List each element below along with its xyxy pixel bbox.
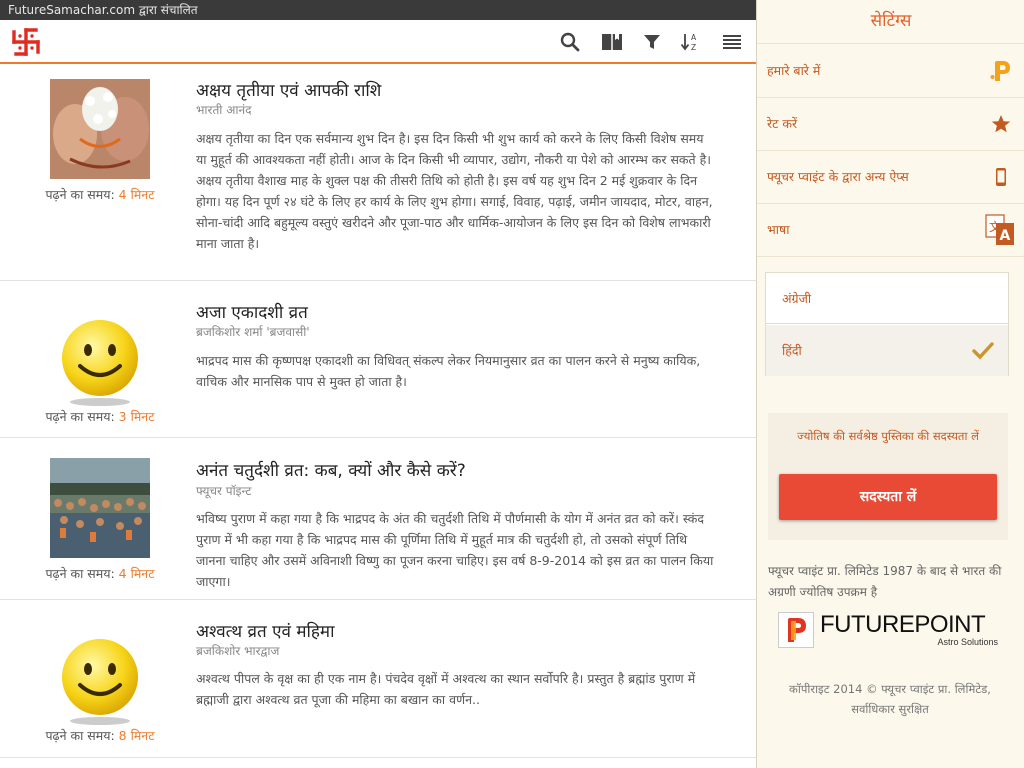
- read-time-label: पढ़ने का समय:: [45, 728, 115, 743]
- article-author: फ्यूचर पॉइन्ट: [196, 484, 252, 498]
- futurepoint-p-icon: [990, 61, 1010, 81]
- status-bar-text: FutureSamachar.com द्वारा संचालित: [8, 3, 198, 17]
- article-excerpt: अक्षय तृतीया का दिन एक सर्वमान्य शुभ दिन…: [196, 131, 713, 251]
- subscription-card: ज्योतिष की सर्वश्रेष्ठ पुस्तिका की सदस्य…: [768, 413, 1008, 540]
- brand-name: FUTUREPOINT: [820, 611, 986, 638]
- read-time-value: 4 मिनट: [118, 187, 155, 202]
- filter-icon[interactable]: [641, 31, 663, 53]
- app-bar: A Z: [0, 20, 756, 64]
- menu-item-label: रेट करें: [767, 116, 798, 131]
- article-author: ब्रजकिशोर शर्मा 'ब्रजवासी': [196, 325, 310, 339]
- article-excerpt: भाद्रपद मास की कृष्णपक्ष एकादशी का विधिव…: [196, 353, 701, 389]
- about-text: फ्यूचर प्वाइंट प्रा. लिमिटेड 1987 के बाद…: [768, 564, 1002, 599]
- menu-item-language[interactable]: भाषा 文 A: [757, 204, 1024, 257]
- article-title[interactable]: अनंत चतुर्दशी व्रत: कब, क्यों और कैसे कर…: [196, 458, 466, 481]
- language-option-label: अंग्रेजी: [782, 291, 812, 306]
- language-option-hindi[interactable]: हिंदी: [766, 325, 1008, 376]
- read-time-label: पढ़ने का समय:: [45, 566, 115, 581]
- read-time: पढ़ने का समय: 4 मिनट: [20, 186, 180, 203]
- article-item[interactable]: पढ़ने का समय: 8 मिनट अश्वत्थ व्रत एवं मह…: [0, 600, 756, 758]
- article-item[interactable]: पढ़ने का समय: 3 मिनट अजा एकादशी व्रत ब्र…: [0, 281, 756, 438]
- menu-item-label: भाषा: [767, 222, 790, 237]
- smiley-icon: [62, 639, 138, 725]
- article-author: भारती आनंद: [196, 103, 252, 117]
- menu-item-about-us[interactable]: हमारे बारे में: [757, 45, 1024, 98]
- svg-text:Z: Z: [691, 43, 696, 52]
- menu-item-rate[interactable]: रेट करें: [757, 98, 1024, 151]
- article-item[interactable]: पढ़ने का समय: 4 मिनट अनंत चतुर्दशी व्रत:…: [0, 438, 756, 600]
- language-selector: अंग्रेजी हिंदी: [765, 272, 1009, 376]
- sort-az-icon[interactable]: A Z: [680, 31, 702, 53]
- swastik-logo-icon[interactable]: [10, 26, 42, 58]
- menu-item-label: फ्यूचर प्वाइंट के द्वारा अन्य ऐप्स: [767, 169, 909, 184]
- read-time: पढ़ने का समय: 8 मिनट: [20, 727, 180, 744]
- copyright-text: कॉपीराइट 2014 © फ्यूचर प्वाइंट प्रा. लिम…: [789, 682, 991, 716]
- subscription-text: ज्योतिष की सर्वश्रेष्ठ पुस्तिका की सदस्य…: [797, 429, 979, 443]
- read-time: पढ़ने का समय: 4 मिनट: [20, 565, 180, 582]
- book-icon[interactable]: [601, 31, 623, 53]
- article-title[interactable]: अजा एकादशी व्रत: [196, 300, 308, 323]
- menu-item-other-apps[interactable]: फ्यूचर प्वाइंट के द्वारा अन्य ऐप्स: [757, 151, 1024, 204]
- read-time-label: पढ़ने का समय:: [45, 187, 115, 202]
- article-thumbnail: [50, 458, 150, 558]
- read-time-value: 4 मिनट: [118, 566, 155, 581]
- article-excerpt: भविष्य पुराण में कहा गया है कि भाद्रपद क…: [196, 511, 714, 589]
- phone-icon: [996, 168, 1006, 186]
- svg-text:A: A: [691, 33, 697, 42]
- futurepoint-logo-icon: [778, 612, 814, 648]
- article-list: पढ़ने का समय: 4 मिनट अक्षय तृतीया एवं आप…: [0, 64, 756, 768]
- read-time: पढ़ने का समय: 3 मिनट: [20, 408, 180, 425]
- language-option-english[interactable]: अंग्रेजी: [766, 273, 1008, 324]
- status-bar: FutureSamachar.com द्वारा संचालित: [0, 0, 756, 20]
- read-time-value: 8 मिनट: [118, 728, 155, 743]
- futurepoint-logo: FUTUREPOINT Astro Solutions: [778, 611, 1003, 650]
- subscribe-button[interactable]: सदस्यता लें: [779, 474, 997, 520]
- menu-item-label: हमारे बारे में: [767, 63, 821, 78]
- article-thumbnail: [50, 79, 150, 179]
- article-item[interactable]: पढ़ने का समय: 4 मिनट अक्षय तृतीया एवं आप…: [0, 64, 756, 281]
- read-time-value: 3 मिनट: [118, 409, 155, 424]
- brand-tagline: Astro Solutions: [937, 637, 998, 647]
- smiley-icon: [62, 320, 138, 406]
- settings-drawer: सेटिंग्स हमारे बारे में रेट करें फ्यूचर …: [756, 0, 1024, 768]
- checkmark-icon: [972, 342, 994, 360]
- language-option-label: हिंदी: [782, 343, 802, 358]
- star-icon: [991, 115, 1011, 133]
- translate-icon: 文 A: [985, 214, 1014, 245]
- read-time-label: पढ़ने का समय:: [45, 409, 115, 424]
- article-title[interactable]: अक्षय तृतीया एवं आपकी राशि: [196, 78, 381, 101]
- article-author: ब्रजकिशोर भारद्वाज: [196, 644, 280, 658]
- drawer-title: सेटिंग्स: [757, 0, 1024, 44]
- menu-icon[interactable]: [721, 31, 743, 53]
- article-excerpt: अश्वत्थ पीपल के वृक्ष का ही एक नाम है। प…: [196, 671, 696, 707]
- svg-text:A: A: [1000, 228, 1011, 244]
- article-title[interactable]: अश्वत्थ व्रत एवं महिमा: [196, 619, 335, 642]
- search-icon[interactable]: [559, 31, 581, 53]
